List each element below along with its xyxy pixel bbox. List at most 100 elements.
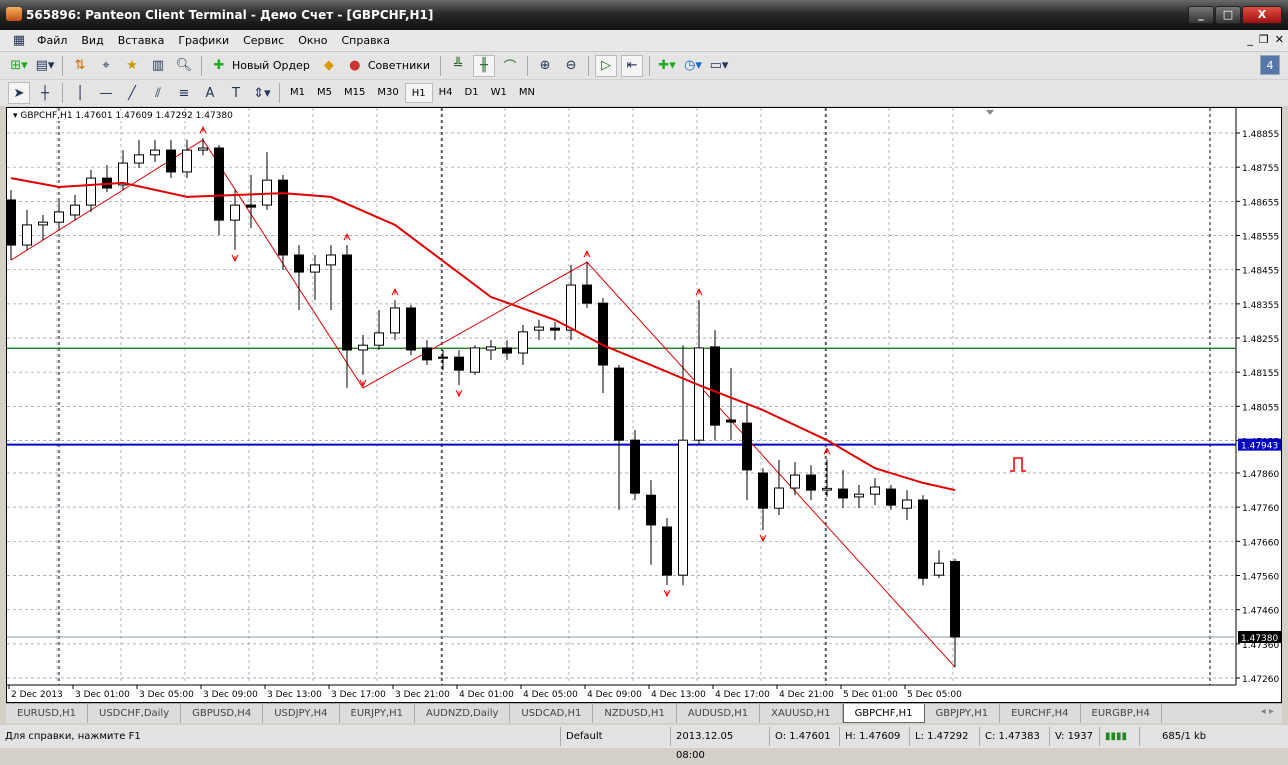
fibonacci-icon[interactable]: ≡ [173, 82, 195, 104]
templates-icon[interactable]: ▭▾ [708, 55, 730, 77]
candle [662, 518, 672, 586]
mdi-close-button[interactable]: ✕ [1275, 33, 1284, 46]
text-label-icon[interactable]: T [225, 82, 247, 104]
new-chart-icon[interactable]: ⊞▾ [8, 55, 30, 77]
horizontal-line-icon[interactable]: — [95, 82, 117, 104]
zigzag-line [10, 139, 956, 668]
chart-tab[interactable]: USDJPY,H4 [263, 704, 340, 723]
auto-scroll-icon[interactable]: ▷ [595, 54, 618, 77]
candle-body [694, 347, 704, 441]
timeframe-d1[interactable]: D1 [459, 83, 485, 103]
candle [70, 194, 80, 221]
candle-body [758, 472, 768, 509]
chart-tab[interactable]: EURGBP,H4 [1081, 704, 1162, 723]
data-window-icon[interactable]: ⌖ [95, 55, 117, 77]
chart-tab[interactable]: NZDUSD,H1 [593, 704, 677, 723]
trendline-icon[interactable]: ╱ [121, 82, 143, 104]
chart-window[interactable]: 1.48855 1.48755 1.48655 1.48555 1.48455 1.483… [6, 107, 1282, 703]
notification-badge[interactable]: 4 [1260, 55, 1280, 75]
zoom-out-icon[interactable]: ⊖ [560, 55, 582, 77]
chart-tab[interactable]: USDCAD,H1 [510, 704, 594, 723]
experts-icon[interactable]: ● [344, 55, 366, 77]
status-high: H: 1.47609 [839, 727, 909, 746]
candle-body [38, 221, 48, 226]
candle-body [646, 494, 656, 526]
chart-tab[interactable]: GBPJPY,H1 [925, 704, 1001, 723]
timeframe-m1[interactable]: M1 [284, 83, 311, 103]
x-tick-label: 3 Dec 05:00 [139, 690, 194, 700]
candle [614, 365, 624, 510]
y-tick-label: 1.48055 [1242, 403, 1279, 413]
equidistant-channel-icon[interactable]: ⫽ [147, 82, 169, 104]
navigator-icon[interactable]: ★ [121, 55, 143, 77]
bar-chart-icon[interactable]: ╩ [447, 55, 469, 77]
chart-tab[interactable]: EURUSD,H1 [6, 704, 89, 723]
timeframe-mn[interactable]: MN [513, 83, 541, 103]
candle-body [582, 284, 592, 304]
x-tick-label: 3 Dec 21:00 [395, 690, 450, 700]
y-tick-label: 1.48255 [1242, 335, 1279, 345]
candle-body [742, 422, 752, 471]
candle [774, 460, 784, 516]
price-chart[interactable]: 1.48855 1.48755 1.48655 1.48555 1.48455 1.483… [7, 108, 1281, 702]
line-chart-icon[interactable]: ⌒ [499, 55, 521, 77]
chart-tab[interactable]: AUDUSD,H1 [677, 704, 761, 723]
text-icon[interactable]: A [199, 82, 221, 104]
candle-body [22, 224, 32, 246]
warning-icon[interactable]: ◆ [318, 55, 340, 77]
chart-tab[interactable]: XAUUSD,H1 [760, 704, 843, 723]
chart-tab[interactable]: EURCHF,H4 [1000, 704, 1081, 723]
chart-tab[interactable]: EURJPY,H1 [340, 704, 416, 723]
timeframe-m5[interactable]: M5 [311, 83, 338, 103]
zoom-in-icon[interactable]: ⊕ [534, 55, 556, 77]
chart-tab[interactable]: AUDNZD,Daily [415, 704, 511, 723]
experts-button[interactable]: Советники [368, 59, 430, 72]
timeframe-m30[interactable]: M30 [371, 83, 404, 103]
menu-charts[interactable]: Графики [171, 34, 236, 47]
candle [262, 152, 272, 210]
chart-tab[interactable]: GBPCHF,H1 [842, 704, 925, 723]
chart-tab[interactable]: GBPUSD,H4 [181, 704, 264, 723]
strategy-tester-icon[interactable]: 🔍︎ [173, 55, 195, 77]
timeframe-w1[interactable]: W1 [485, 83, 513, 103]
candle-body [118, 162, 128, 186]
chart-window-icon[interactable]: ▦ [10, 30, 28, 52]
candle-body [422, 347, 432, 361]
candle [806, 465, 816, 500]
tab-scroll-arrows[interactable]: ◂ ▸ [1261, 706, 1274, 717]
minimize-button[interactable]: _ [1188, 6, 1214, 24]
candle [758, 468, 768, 531]
mdi-minimize-button[interactable]: _ [1247, 33, 1253, 46]
menu-view[interactable]: Вид [74, 34, 110, 47]
status-volume: V: 1937 [1049, 727, 1099, 746]
timeframe-m15[interactable]: M15 [338, 83, 371, 103]
menu-window[interactable]: Окно [291, 34, 334, 47]
menu-file[interactable]: Файл [30, 34, 74, 47]
chart-tab[interactable]: USDCHF,Daily [88, 704, 182, 723]
maximize-button[interactable]: □ [1215, 6, 1241, 24]
menu-help[interactable]: Справка [334, 34, 396, 47]
menu-tools[interactable]: Сервис [236, 34, 291, 47]
new-order-button[interactable]: Новый Ордер [232, 59, 310, 72]
periods-clock-icon[interactable]: ◷▾ [682, 55, 704, 77]
market-watch-icon[interactable]: ⇅ [69, 55, 91, 77]
fractal-down-arrow [455, 389, 463, 398]
cursor-icon[interactable]: ➤ [8, 82, 30, 104]
profiles-icon[interactable]: ▤▾ [34, 55, 56, 77]
separator [527, 55, 529, 76]
terminal-icon[interactable]: ▥ [147, 55, 169, 77]
vertical-line-icon[interactable]: │ [69, 82, 91, 104]
arrows-icon[interactable]: ⇕▾ [251, 82, 273, 104]
menu-insert[interactable]: Вставка [111, 34, 172, 47]
indicators-icon[interactable]: ✚▾ [656, 55, 678, 77]
timeframe-h1[interactable]: H1 [404, 83, 433, 103]
candlestick-icon[interactable]: ╫ [473, 54, 496, 77]
new-order-icon[interactable]: ✚ [208, 55, 230, 77]
x-tick-label: 5 Dec 05:00 [907, 690, 962, 700]
mdi-restore-button[interactable]: ❐ [1259, 33, 1269, 46]
candle-body [854, 493, 864, 498]
crosshair-icon[interactable]: ┼ [34, 82, 56, 104]
close-button[interactable]: X [1242, 6, 1282, 24]
timeframe-h4[interactable]: H4 [433, 83, 459, 103]
chart-shift-icon[interactable]: ⇤ [621, 54, 644, 77]
